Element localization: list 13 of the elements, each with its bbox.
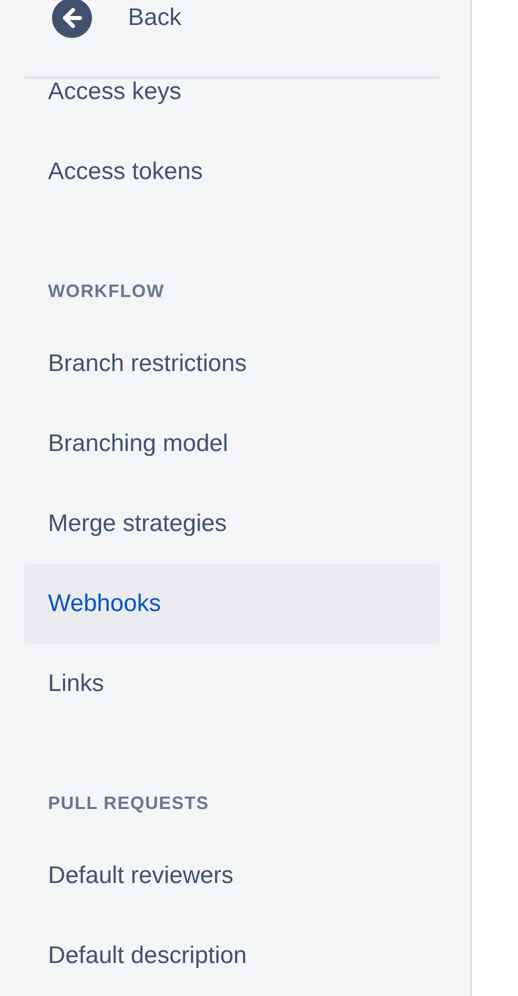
- section-heading: PULL REQUESTS: [47, 792, 210, 815]
- back-icon[interactable]: [52, 0, 92, 38]
- nav-item[interactable]: Default reviewers: [24, 836, 440, 916]
- nav-item[interactable]: Links: [24, 644, 440, 724]
- nav-item[interactable]: Branching model: [24, 404, 440, 484]
- section-heading: WORKFLOW: [47, 280, 166, 303]
- nav-item[interactable]: Branch restrictions: [24, 324, 440, 404]
- nav-item[interactable]: Access tokens: [24, 132, 440, 212]
- nav-item[interactable]: Default description: [24, 916, 440, 996]
- nav-item[interactable]: Webhooks: [24, 564, 440, 644]
- nav-item[interactable]: Access keys: [24, 79, 440, 132]
- nav-item[interactable]: Merge strategies: [24, 484, 440, 564]
- back-link[interactable]: Back: [128, 4, 182, 32]
